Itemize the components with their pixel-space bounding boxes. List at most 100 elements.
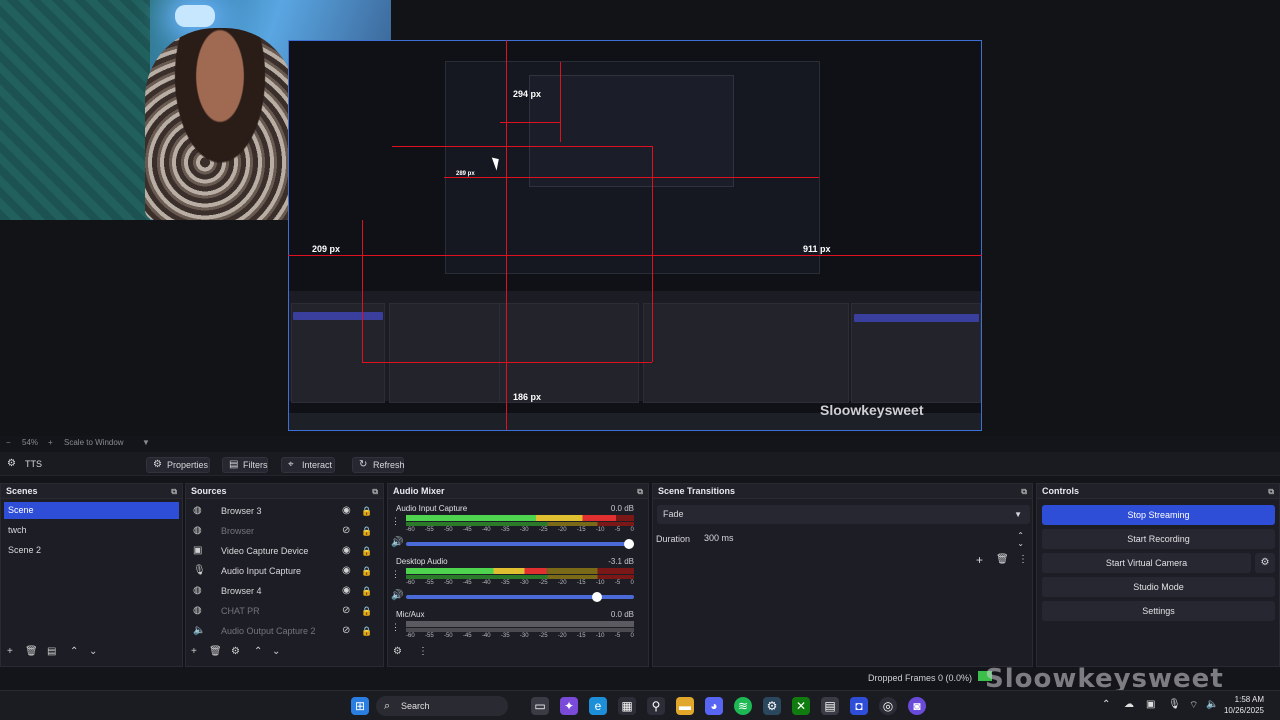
app-icon[interactable]: ◘ — [850, 697, 868, 715]
studio-mode-button[interactable]: Studio Mode — [1042, 577, 1275, 597]
trash-icon[interactable]: 🗑 — [25, 646, 38, 657]
scene-item[interactable]: Scene 2 — [4, 542, 179, 559]
globe-icon: ◍ — [193, 605, 202, 616]
maps-icon[interactable]: ⚲ — [647, 697, 665, 715]
eye-hidden-icon[interactable]: ⊘ — [342, 621, 350, 641]
source-item[interactable]: ▣ Video Capture Device ◉ 🔒 — [186, 541, 376, 561]
add-icon[interactable]: + — [976, 553, 983, 567]
kebab-menu-icon[interactable]: ⋮ — [1018, 554, 1028, 565]
popout-icon[interactable]: ⧉ — [1021, 484, 1027, 499]
move-up-icon[interactable]: ⌃ — [254, 646, 262, 657]
discord-icon[interactable]: ◕ — [705, 697, 723, 715]
tray-icon[interactable]: ☁ — [1124, 699, 1134, 710]
clock[interactable]: 1:58 AM 10/26/2025 — [1224, 694, 1264, 716]
lock-icon[interactable]: 🔒 — [361, 521, 372, 541]
volume-slider[interactable] — [406, 539, 634, 549]
eye-hidden-icon[interactable]: ⊘ — [342, 521, 350, 541]
speaker-icon[interactable]: 🔊 — [391, 537, 403, 548]
stop-streaming-button[interactable]: Stop Streaming — [1042, 505, 1275, 525]
wifi-icon[interactable]: ⌔ — [1189, 699, 1198, 712]
volume-icon[interactable]: 🔈 — [1206, 699, 1218, 710]
start-virtual-camera-button[interactable]: Start Virtual Camera — [1042, 553, 1251, 573]
obs-icon[interactable]: ◎ — [879, 697, 897, 715]
popout-icon[interactable]: ⧉ — [171, 484, 177, 499]
trash-icon[interactable]: 🗑 — [996, 554, 1009, 565]
move-down-icon[interactable]: ⌄ — [89, 646, 97, 657]
move-up-icon[interactable]: ⌃ — [70, 646, 78, 657]
scene-item[interactable]: twch — [4, 522, 179, 539]
lock-icon[interactable]: 🔒 — [361, 561, 372, 581]
kebab-menu-icon[interactable]: ⋮ — [391, 516, 400, 527]
chevron-up-icon[interactable]: ⌃ — [1102, 699, 1110, 710]
gear-icon[interactable]: ⚙ — [1255, 553, 1275, 573]
properties-button[interactable]: ⚙ Properties — [146, 457, 210, 473]
chevron-down-icon[interactable]: ▼ — [142, 438, 150, 447]
eye-icon[interactable]: ◉ — [342, 561, 351, 581]
advanced-audio-icon[interactable]: ⚙ — [393, 646, 402, 657]
source-item[interactable]: ◍ Browser 4 ◉ 🔒 — [186, 581, 376, 601]
preview-canvas[interactable]: 294 px 289 px 209 px 911 px 186 px Sloow… — [0, 0, 1280, 436]
settings-button[interactable]: Settings — [1042, 601, 1275, 621]
store-icon[interactable]: ▦ — [618, 697, 636, 715]
transition-select[interactable]: Fade ▼ — [657, 505, 1030, 524]
chevron-down-icon: ▼ — [1014, 510, 1022, 519]
folder-icon[interactable]: ▬ — [676, 697, 694, 715]
kebab-menu-icon[interactable]: ⋮ — [391, 569, 400, 580]
source-item[interactable]: 🔈 Audio Output Capture 2 ⊘ 🔒 — [186, 621, 376, 641]
popout-icon[interactable]: ⧉ — [1268, 484, 1274, 499]
eye-icon[interactable]: ◉ — [342, 581, 351, 601]
source-item[interactable]: 🎙 Audio Input Capture ◉ 🔒 — [186, 561, 376, 581]
copilot-icon[interactable]: ✦ — [560, 697, 578, 715]
popout-icon[interactable]: ⧉ — [637, 484, 643, 499]
source-item[interactable]: ◍ Browser ⊘ 🔒 — [186, 521, 376, 541]
scale-mode-select[interactable]: Scale to Window — [64, 438, 124, 447]
speaker-icon: 🔈 — [193, 625, 206, 636]
microphone-icon: 🎙 — [193, 565, 206, 576]
task-view-icon[interactable]: ▭ — [531, 697, 549, 715]
twitch-icon[interactable]: ◙ — [908, 697, 926, 715]
interact-button[interactable]: ⌖ Interact — [281, 457, 335, 473]
gear-icon[interactable]: ⚙ — [231, 646, 240, 657]
zoom-out-button[interactable]: − — [6, 438, 11, 447]
steam-icon[interactable]: ⚙ — [763, 697, 781, 715]
add-icon[interactable]: + — [7, 646, 13, 657]
lock-icon[interactable]: 🔒 — [361, 541, 372, 561]
source-item[interactable]: ◍ CHAT PR ⊘ 🔒 — [186, 601, 376, 621]
add-icon[interactable]: + — [191, 646, 197, 657]
duration-input[interactable]: 300 ms ⌃ ⌄ — [699, 529, 1030, 548]
eye-hidden-icon[interactable]: ⊘ — [342, 601, 350, 621]
kebab-menu-icon[interactable]: ⋮ — [391, 622, 400, 633]
microphone-icon[interactable]: 🎙 — [1168, 699, 1181, 710]
controls-dock: Controls ⧉ Stop Streaming Start Recording… — [1036, 483, 1280, 667]
trash-icon[interactable]: 🗑 — [209, 646, 222, 657]
edge-icon[interactable]: e — [589, 697, 607, 715]
refresh-button[interactable]: ↻ Refresh — [352, 457, 405, 473]
move-down-icon[interactable]: ⌄ — [272, 646, 280, 657]
calculator-icon[interactable]: ▤ — [821, 697, 839, 715]
source-item[interactable]: ◍ Browser 3 ◉ 🔒 — [186, 501, 376, 521]
taskbar-search[interactable]: ⌕ Search — [376, 696, 508, 716]
scene-item[interactable]: Scene — [4, 502, 179, 519]
eye-icon[interactable]: ◉ — [342, 541, 351, 561]
filter-icon[interactable]: ▤ — [47, 646, 56, 657]
kebab-menu-icon[interactable]: ⋮ — [418, 646, 428, 657]
tick-label: -20 — [557, 527, 567, 533]
popout-icon[interactable]: ⧉ — [372, 484, 378, 499]
lock-icon[interactable]: 🔒 — [361, 581, 372, 601]
xbox-icon[interactable]: ✕ — [792, 697, 810, 715]
windows-taskbar: ⊞ ⌕ Search ▭ ✦ e ▦ ⚲ ▬ ◕ ≋ ⚙ ✕ ▤ ◘ ◎ ◙ ⌃ … — [0, 690, 1280, 720]
windows-start-icon[interactable]: ⊞ — [351, 697, 369, 715]
lock-icon[interactable]: 🔒 — [361, 621, 372, 641]
lock-icon[interactable]: 🔒 — [361, 501, 372, 521]
eye-icon[interactable]: ◉ — [342, 501, 351, 521]
volume-slider[interactable] — [406, 592, 634, 602]
filters-button[interactable]: ▤ Filters — [222, 457, 268, 473]
tray-icon[interactable]: ▣ — [1146, 699, 1155, 710]
spotify-icon[interactable]: ≋ — [734, 697, 752, 715]
camera-icon: ▣ — [193, 545, 203, 556]
lock-icon[interactable]: 🔒 — [361, 601, 372, 621]
stepper-down-icon[interactable]: ⌄ — [1017, 534, 1024, 553]
zoom-in-button[interactable]: + — [48, 438, 53, 447]
speaker-icon[interactable]: 🔊 — [391, 590, 403, 601]
start-recording-button[interactable]: Start Recording — [1042, 529, 1275, 549]
